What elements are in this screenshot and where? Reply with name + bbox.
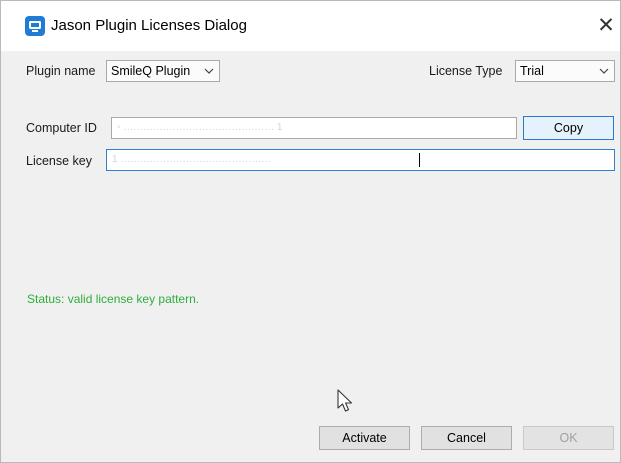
license-type-label: License Type <box>429 64 503 78</box>
license-key-field[interactable]: 1 ......................................… <box>106 149 615 171</box>
license-type-select[interactable]: Trial <box>515 60 615 82</box>
plugin-name-value: SmileQ Plugin <box>111 64 191 78</box>
activate-button[interactable]: Activate <box>319 426 410 450</box>
license-dialog-window: Jason Plugin Licenses Dialog ✕ Plugin na… <box>0 0 621 463</box>
close-icon[interactable]: ✕ <box>595 13 617 39</box>
license-key-label: License key <box>26 154 93 168</box>
chevron-down-icon <box>204 68 214 74</box>
plugin-name-select[interactable]: SmileQ Plugin <box>106 60 220 82</box>
license-type-value: Trial <box>520 64 544 78</box>
plugin-name-label: Plugin name <box>26 64 96 78</box>
mouse-pointer-icon <box>337 389 353 412</box>
computer-id-field[interactable]: ▫ ......................................… <box>111 117 517 139</box>
ok-button[interactable]: OK <box>523 426 614 450</box>
license-key-value: 1 ......................................… <box>112 154 272 165</box>
text-caret <box>419 153 420 167</box>
plugin-app-icon <box>25 16 45 36</box>
title-bar[interactable]: Jason Plugin Licenses Dialog ✕ <box>1 1 620 51</box>
chevron-down-icon <box>599 68 609 74</box>
computer-id-label: Computer ID <box>26 121 97 135</box>
window-title: Jason Plugin Licenses Dialog <box>51 17 247 34</box>
copy-button[interactable]: Copy <box>523 116 614 140</box>
status-message: Status: valid license key pattern. <box>27 292 200 306</box>
cancel-button[interactable]: Cancel <box>421 426 512 450</box>
